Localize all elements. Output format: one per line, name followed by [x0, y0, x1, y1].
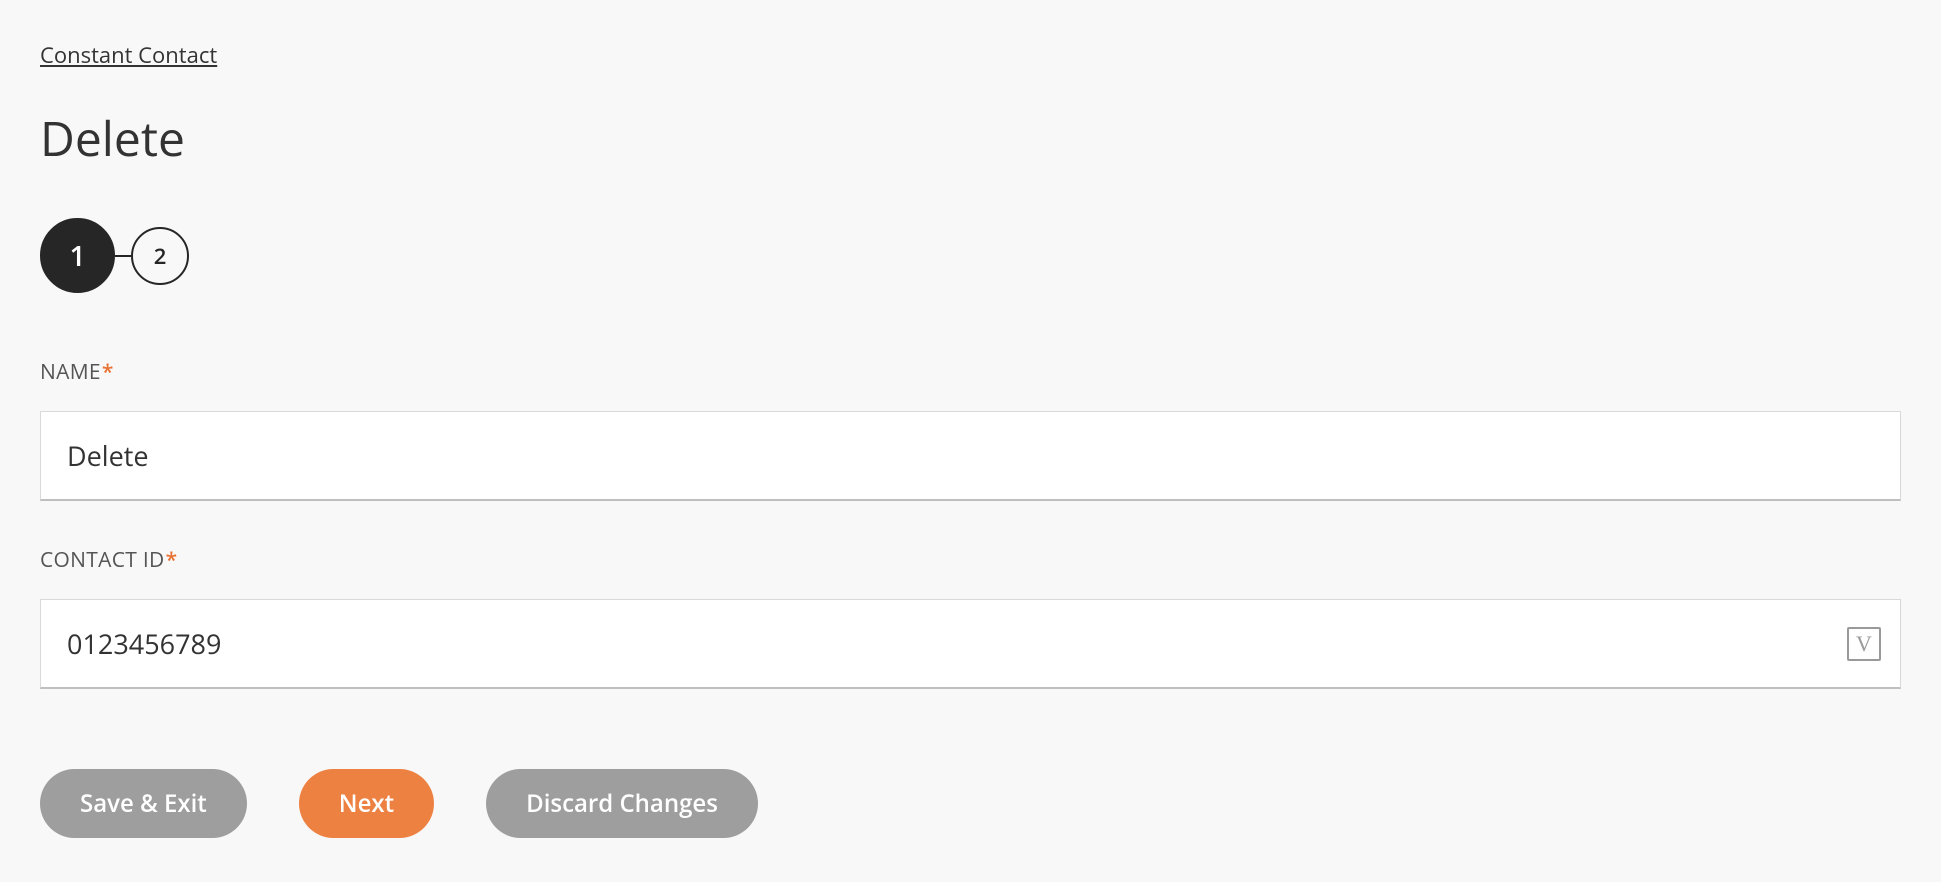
step-2[interactable]: 2	[131, 227, 189, 285]
field-name: NAME*	[40, 358, 1901, 501]
page-title: Delete	[40, 115, 1901, 163]
next-button[interactable]: Next	[299, 769, 434, 838]
save-exit-button[interactable]: Save & Exit	[40, 769, 247, 838]
name-label-text: NAME	[40, 358, 101, 386]
contact-id-label: CONTACT ID*	[40, 546, 1901, 574]
step-1[interactable]: 1	[40, 218, 115, 293]
required-marker: *	[166, 546, 178, 574]
contact-id-input[interactable]	[40, 599, 1901, 689]
variable-icon[interactable]: V	[1847, 627, 1881, 661]
breadcrumb-link[interactable]: Constant Contact	[40, 40, 217, 70]
name-input[interactable]	[40, 411, 1901, 501]
contact-id-label-text: CONTACT ID	[40, 546, 165, 574]
name-label: NAME*	[40, 358, 1901, 386]
field-contact-id: CONTACT ID* V	[40, 546, 1901, 689]
discard-changes-button[interactable]: Discard Changes	[486, 769, 758, 838]
step-connector	[115, 255, 131, 257]
step-indicator: 1 2	[40, 218, 1901, 293]
action-bar: Save & Exit Next Discard Changes	[40, 769, 1901, 838]
required-marker: *	[102, 358, 114, 386]
